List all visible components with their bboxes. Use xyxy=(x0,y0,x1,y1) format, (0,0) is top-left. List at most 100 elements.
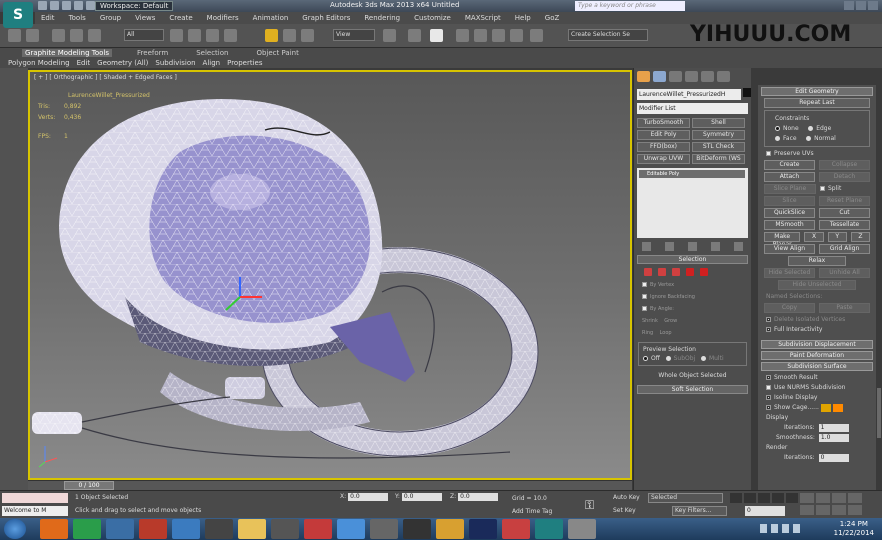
select-object-icon[interactable] xyxy=(170,29,183,42)
paint-deformation-header[interactable]: Paint Deformation xyxy=(761,351,873,360)
polygon-level-icon[interactable] xyxy=(686,268,694,276)
3dsmax-icon[interactable] xyxy=(535,519,563,539)
current-frame-field[interactable]: 0 xyxy=(745,506,785,516)
tray-icon[interactable] xyxy=(782,524,789,533)
menu-tools[interactable]: Tools xyxy=(69,14,86,22)
ignore-backfacing-option[interactable]: Ignore Backfacing xyxy=(642,292,743,302)
unlink-icon[interactable] xyxy=(70,29,83,42)
reset-plane-button[interactable]: Reset Plane xyxy=(819,196,870,206)
undo-icon[interactable] xyxy=(74,1,83,10)
subdivision-surface-header[interactable]: Subdivision Surface xyxy=(761,362,873,371)
by-angle-option[interactable]: By Angle: xyxy=(642,304,743,314)
isoline-display-option[interactable]: Isoline Display xyxy=(766,393,868,402)
open-icon[interactable] xyxy=(50,1,59,10)
key-selection-dropdown[interactable]: Selected xyxy=(648,493,723,503)
grid-align-button[interactable]: Grid Align xyxy=(819,244,870,254)
app-icon[interactable] xyxy=(436,519,464,539)
smoothness-spinner[interactable]: 1.0 xyxy=(818,433,849,442)
detach-button[interactable]: Detach xyxy=(819,172,870,182)
preview-multi-radio[interactable] xyxy=(700,356,706,361)
select-by-name-icon[interactable] xyxy=(188,29,201,42)
modifier-stack[interactable]: Editable Poly xyxy=(637,168,748,238)
start-button[interactable] xyxy=(4,519,26,539)
unhide-all-button[interactable]: Unhide All xyxy=(819,268,870,278)
tab-object-paint[interactable]: Object Paint xyxy=(253,49,301,57)
object-name-field[interactable]: LaurenceWillet_PressurizedH xyxy=(637,89,741,100)
timeline[interactable]: 0 / 100 xyxy=(28,480,632,490)
menu-modifiers[interactable]: Modifiers xyxy=(207,14,239,22)
panel-edit[interactable]: Edit xyxy=(77,59,91,67)
cut-button[interactable]: Cut xyxy=(819,208,870,218)
y-field[interactable]: 0.0 xyxy=(401,493,442,501)
search-input[interactable]: Type a keyword or phrase xyxy=(575,1,685,11)
tray-icon[interactable] xyxy=(793,524,800,533)
tessellate-button[interactable]: Tessellate xyxy=(819,220,870,230)
ring-button[interactable]: Ring xyxy=(642,330,653,336)
keyboard-shortcut-icon[interactable] xyxy=(430,29,443,42)
view-align-button[interactable]: View Align xyxy=(764,244,815,254)
paste-button[interactable]: Paste xyxy=(819,303,870,313)
remove-modifier-icon[interactable] xyxy=(711,242,720,251)
add-time-tag[interactable]: Add Time Tag xyxy=(512,508,552,515)
close-icon[interactable] xyxy=(868,1,878,10)
app-icon[interactable] xyxy=(271,519,299,539)
app-icon[interactable] xyxy=(370,519,398,539)
constraint-normal-radio[interactable] xyxy=(806,136,812,141)
panel-geometry[interactable]: Geometry (All) xyxy=(97,59,148,67)
menu-group[interactable]: Group xyxy=(100,14,121,22)
app-icon[interactable] xyxy=(403,519,431,539)
menu-help[interactable]: Help xyxy=(515,14,531,22)
maximize-icon[interactable] xyxy=(856,1,866,10)
menu-animation[interactable]: Animation xyxy=(253,14,289,22)
use-nurms-option[interactable]: Use NURMS Subdivision xyxy=(766,383,868,392)
repeat-last-button[interactable]: Repeat Last xyxy=(764,98,870,108)
tray-icon[interactable] xyxy=(771,524,778,533)
pan-icon[interactable] xyxy=(816,505,830,515)
quickslice-button[interactable]: QuickSlice xyxy=(764,208,815,218)
maximize-viewport-icon[interactable] xyxy=(848,505,862,515)
bind-space-warp-icon[interactable] xyxy=(88,29,101,42)
zoom-extents-icon[interactable] xyxy=(832,493,846,503)
select-manipulate-icon[interactable] xyxy=(408,29,421,42)
pivot-center-icon[interactable] xyxy=(383,29,396,42)
rotate-icon[interactable] xyxy=(283,29,296,42)
menu-goz[interactable]: GoZ xyxy=(545,14,560,22)
modifier-list-dropdown[interactable]: Modifier List xyxy=(637,103,748,114)
vertex-level-icon[interactable] xyxy=(644,268,652,276)
maxscript-input[interactable]: Welcome to M xyxy=(2,506,68,516)
cage-selection-color-swatch[interactable] xyxy=(832,403,843,412)
motion-tab-icon[interactable] xyxy=(685,71,698,82)
reference-coordinate-dropdown[interactable]: View xyxy=(333,29,375,41)
time-slider[interactable]: 0 / 100 xyxy=(64,481,114,490)
configure-sets-icon[interactable] xyxy=(734,242,743,251)
attach-button[interactable]: Attach xyxy=(764,172,815,182)
perspective-viewport[interactable]: [ + ] [ Orthographic ] [ Shaded + Edged … xyxy=(28,70,632,480)
tab-freeform[interactable]: Freeform xyxy=(134,49,171,57)
play-icon[interactable] xyxy=(758,493,770,503)
bitdeform-button[interactable]: BitDeform (WS xyxy=(692,154,745,164)
edge-level-icon[interactable] xyxy=(658,268,666,276)
full-interactivity-option[interactable]: Full Interactivity xyxy=(766,325,868,334)
preview-off-radio[interactable] xyxy=(643,356,648,361)
key-icon[interactable]: ⚿ xyxy=(585,498,594,513)
ie-icon[interactable] xyxy=(106,519,134,539)
unwrap-uvw-button[interactable]: Unwrap UVW xyxy=(637,154,690,164)
planar-y-button[interactable]: Y xyxy=(827,232,847,242)
percent-snap-icon[interactable] xyxy=(492,29,505,42)
rectangular-selection-icon[interactable] xyxy=(206,29,219,42)
menu-maxscript[interactable]: MAXScript xyxy=(465,14,501,22)
hide-selected-button[interactable]: Hide Selected xyxy=(764,268,815,278)
show-cage-option[interactable]: Show Cage...... xyxy=(766,403,868,412)
tab-selection[interactable]: Selection xyxy=(193,49,231,57)
selection-rollout-header[interactable]: Selection xyxy=(637,255,748,264)
element-level-icon[interactable] xyxy=(700,268,708,276)
spinner-snap-icon[interactable] xyxy=(510,29,523,42)
copy-button[interactable]: Copy xyxy=(764,303,815,313)
menu-create[interactable]: Create xyxy=(169,14,192,22)
move-icon[interactable] xyxy=(265,29,278,42)
smooth-result-option[interactable]: Smooth Result xyxy=(766,373,868,382)
zoom-all-icon[interactable] xyxy=(816,493,830,503)
shrink-button[interactable]: Shrink xyxy=(642,318,658,324)
stack-item-editable-poly[interactable]: Editable Poly xyxy=(639,170,745,178)
link-icon[interactable] xyxy=(52,29,65,42)
